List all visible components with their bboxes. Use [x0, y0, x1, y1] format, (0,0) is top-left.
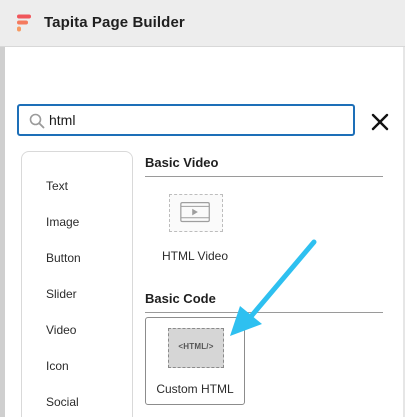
- category-item-slider[interactable]: Slider: [46, 287, 77, 301]
- app-window: Tapita Page Builder Text Image Button Sl…: [0, 0, 405, 417]
- html-code-icon: <HTML/>: [168, 328, 224, 368]
- widget-label: HTML Video: [161, 249, 229, 263]
- app-header: Tapita Page Builder: [0, 0, 405, 47]
- widget-label: Custom HTML: [156, 382, 234, 396]
- category-item-social[interactable]: Social: [46, 395, 79, 409]
- section-divider: [145, 176, 383, 177]
- section-divider: [145, 312, 383, 313]
- category-list: Text Image Button Slider Video Icon Soci…: [21, 151, 133, 417]
- video-player-icon: [180, 201, 210, 223]
- category-item-image[interactable]: Image: [46, 215, 79, 229]
- close-icon: [371, 113, 389, 131]
- html-thumb-label: <HTML/>: [178, 342, 214, 351]
- tapita-logo-icon: [17, 14, 31, 32]
- category-item-video[interactable]: Video: [46, 323, 76, 337]
- search-box[interactable]: [17, 104, 355, 136]
- video-thumbnail: [169, 194, 223, 232]
- widget-html-video[interactable]: HTML Video: [145, 194, 245, 266]
- close-button[interactable]: [368, 110, 392, 134]
- category-item-text[interactable]: Text: [46, 179, 68, 193]
- category-item-button[interactable]: Button: [46, 251, 81, 265]
- category-item-icon[interactable]: Icon: [46, 359, 69, 373]
- section-title-basic-code: Basic Code: [145, 291, 216, 306]
- search-input[interactable]: [49, 110, 345, 130]
- left-edge-strip: [0, 47, 5, 417]
- app-title: Tapita Page Builder: [44, 14, 185, 31]
- search-icon: [29, 113, 45, 129]
- widget-custom-html[interactable]: <HTML/> Custom HTML: [145, 317, 245, 405]
- section-title-basic-video: Basic Video: [145, 155, 219, 170]
